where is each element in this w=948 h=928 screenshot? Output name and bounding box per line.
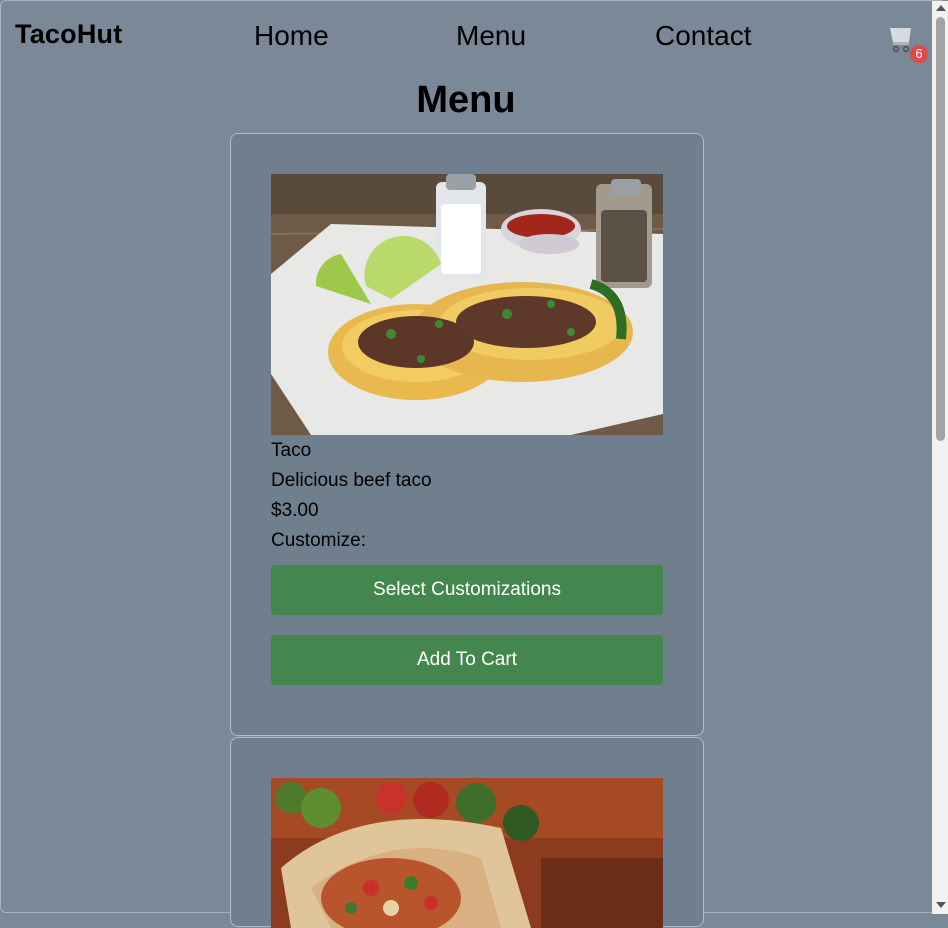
add-to-cart-button[interactable]: Add To Cart [271,635,663,685]
taco-image [271,174,663,435]
nav-link-menu[interactable]: Menu [456,20,526,52]
vertical-scrollbar[interactable] [932,1,948,914]
nav-link-home[interactable]: Home [254,20,329,52]
select-customizations-button[interactable]: Select Customizations [271,565,663,615]
cart-count-badge: 6 [910,45,928,63]
brand-logo[interactable]: TacoHut [15,19,122,50]
scrollbar-thumb[interactable] [936,17,945,441]
menu-item-card [230,737,704,928]
burrito-image [271,778,663,928]
item-name: Taco [271,440,312,461]
item-price: $3.00 [271,500,319,521]
item-description: Delicious beef taco [271,470,432,491]
scroll-down-arrow-icon[interactable] [936,902,946,908]
menu-item-card: Taco Delicious beef taco $3.00 Customize… [230,133,704,736]
app-window: TacoHut Home Menu Contact 6 Menu Taco De… [0,0,948,928]
page-title: Menu [416,79,516,121]
customize-label: Customize: [271,530,367,551]
scroll-up-arrow-icon[interactable] [936,5,946,11]
cart-button[interactable]: 6 [889,27,929,67]
top-nav: TacoHut Home Menu Contact 6 [1,1,931,75]
nav-link-contact[interactable]: Contact [655,20,752,52]
